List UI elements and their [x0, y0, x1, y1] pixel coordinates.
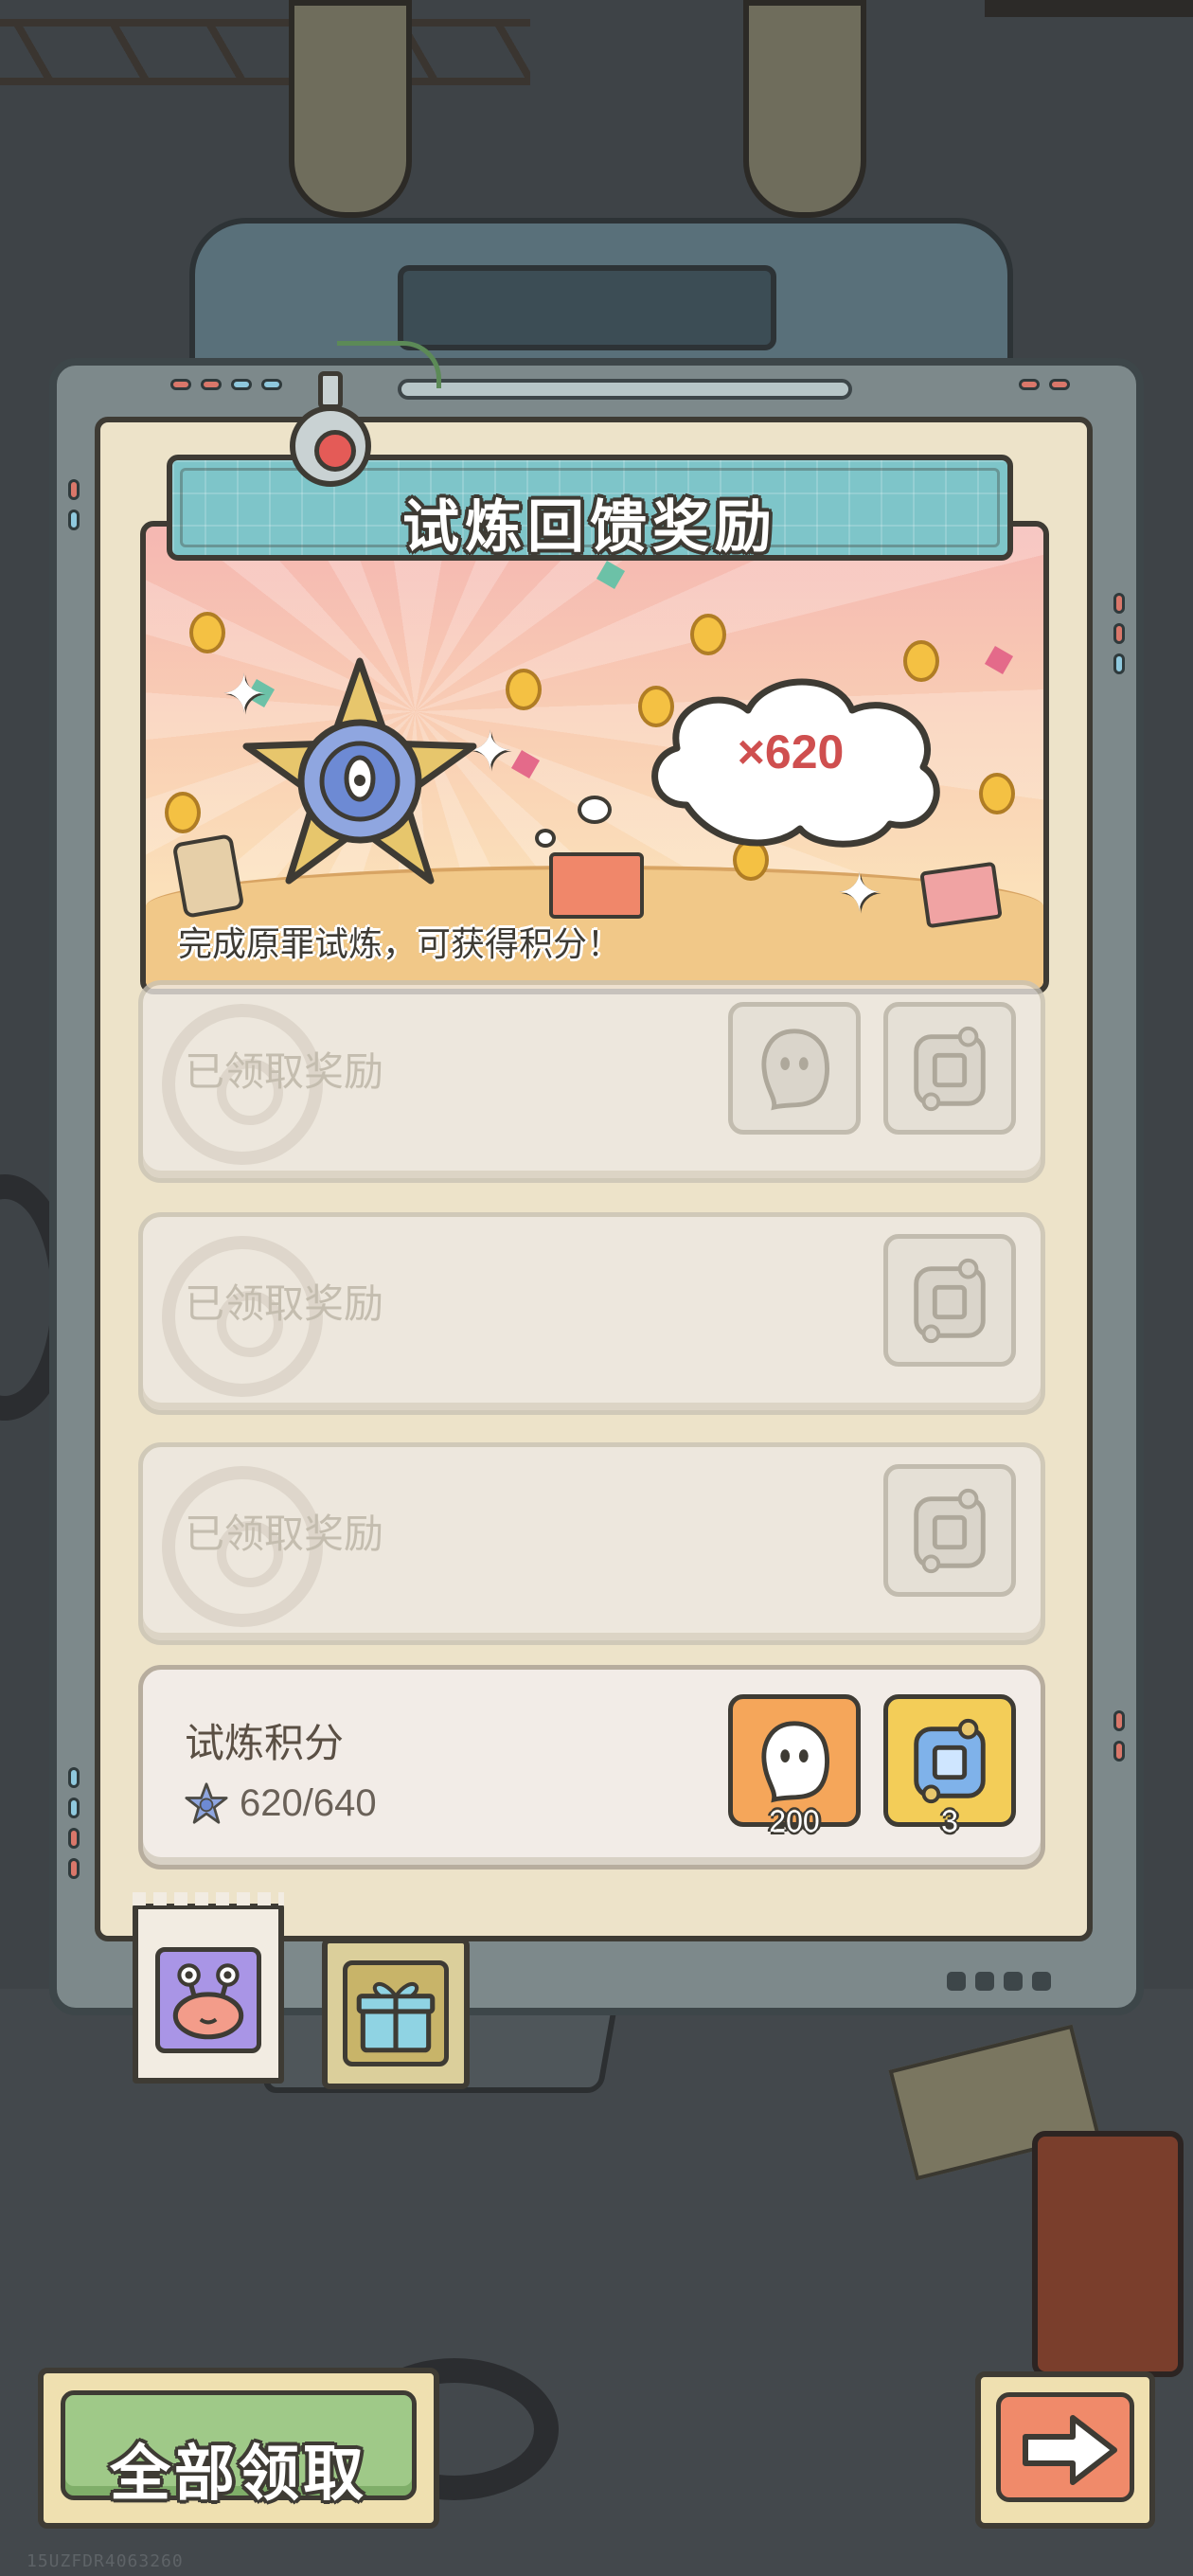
blue-relic-icon	[914, 1718, 986, 1804]
camera-icon	[290, 405, 371, 487]
ghost-icon	[761, 1721, 829, 1803]
thought-bubble-dot	[535, 829, 556, 848]
row-status-label: 已领取奖励	[185, 1511, 384, 1557]
relic-icon	[914, 1488, 986, 1574]
reward-count: 3	[941, 1804, 958, 1838]
next-button[interactable]	[975, 2371, 1155, 2529]
trial-points-row[interactable]: 试炼积分 620/640 200 3	[138, 1665, 1045, 1869]
background-barrel	[1032, 2131, 1184, 2377]
coin-icon	[165, 792, 201, 833]
gift-box-icon	[549, 852, 644, 919]
title-plate: 试炼回馈奖励	[167, 455, 1013, 561]
reward-row[interactable]: 已领取奖励	[138, 980, 1045, 1183]
gift-box-icon	[919, 861, 1003, 929]
reward-slot[interactable]	[883, 1002, 1016, 1135]
banner-description: 完成原罪试炼，可获得积分！	[178, 925, 622, 964]
trial-points-title: 试炼积分	[185, 1720, 345, 1766]
background-display	[398, 265, 776, 350]
coin-icon	[189, 612, 225, 653]
frame-indicator-lights	[1019, 379, 1070, 390]
claim-all-button-face[interactable]: 全部领取	[61, 2390, 417, 2510]
build-watermark: 15UZFDR4063260	[27, 2551, 184, 2571]
camera-stem	[318, 371, 343, 409]
coin-icon	[506, 669, 542, 710]
coin-icon	[979, 773, 1015, 814]
frame-side-lights	[68, 479, 80, 530]
ghost-icon	[761, 1029, 829, 1111]
reward-row[interactable]: 已领取奖励	[138, 1212, 1045, 1415]
background-girder	[0, 19, 530, 85]
tab-gift[interactable]	[322, 1938, 470, 2089]
coin-icon	[690, 614, 726, 655]
reward-slot[interactable]: 3	[883, 1694, 1016, 1838]
antenna-wire	[337, 341, 441, 388]
snail-icon	[155, 1947, 261, 2053]
relic-icon	[914, 1026, 986, 1112]
snail-face-icon	[172, 1963, 244, 2040]
claim-all-label: 全部领取	[110, 2440, 367, 2510]
sparkle-icon: ✦	[837, 863, 881, 924]
jar-icon	[171, 833, 245, 919]
frame-side-lights	[68, 1767, 80, 1879]
background-tank	[743, 0, 866, 218]
background-tank	[289, 0, 412, 218]
trial-points-progress: 620/640	[185, 1781, 377, 1825]
reward-slot[interactable]	[883, 1464, 1016, 1597]
frame-bottom-dots	[947, 1972, 1051, 1991]
relic-icon	[914, 1258, 986, 1344]
page-title: 试炼回馈奖励	[402, 494, 777, 561]
claim-all-button[interactable]: 全部领取	[38, 2368, 439, 2529]
row-status-label: 已领取奖励	[185, 1280, 384, 1327]
tab-snail[interactable]	[133, 1892, 284, 2084]
frame-side-lights	[1113, 1710, 1125, 1762]
trial-points-value: 620/640	[240, 1781, 377, 1824]
gift-box-icon	[343, 1960, 449, 2066]
reward-count: 200	[769, 1804, 820, 1838]
row-status-label: 已领取奖励	[185, 1048, 384, 1095]
reward-slot[interactable]	[883, 1234, 1016, 1367]
next-button-face[interactable]	[996, 2392, 1134, 2502]
reward-slot[interactable]: 200	[728, 1694, 861, 1838]
thought-bubble-dot	[578, 796, 612, 824]
star-points-icon	[185, 1782, 228, 1824]
reward-row[interactable]: 已领取奖励	[138, 1442, 1045, 1645]
arrow-right-icon	[1023, 2415, 1117, 2485]
reward-slot[interactable]	[728, 1002, 861, 1135]
gift-box-icon	[356, 1982, 436, 2053]
trial-star-icon	[242, 657, 477, 885]
frame-side-lights	[1113, 593, 1125, 674]
reward-multiplier: ×620	[737, 725, 845, 778]
frame-indicator-lights	[170, 379, 282, 390]
frame-slot	[398, 379, 852, 400]
